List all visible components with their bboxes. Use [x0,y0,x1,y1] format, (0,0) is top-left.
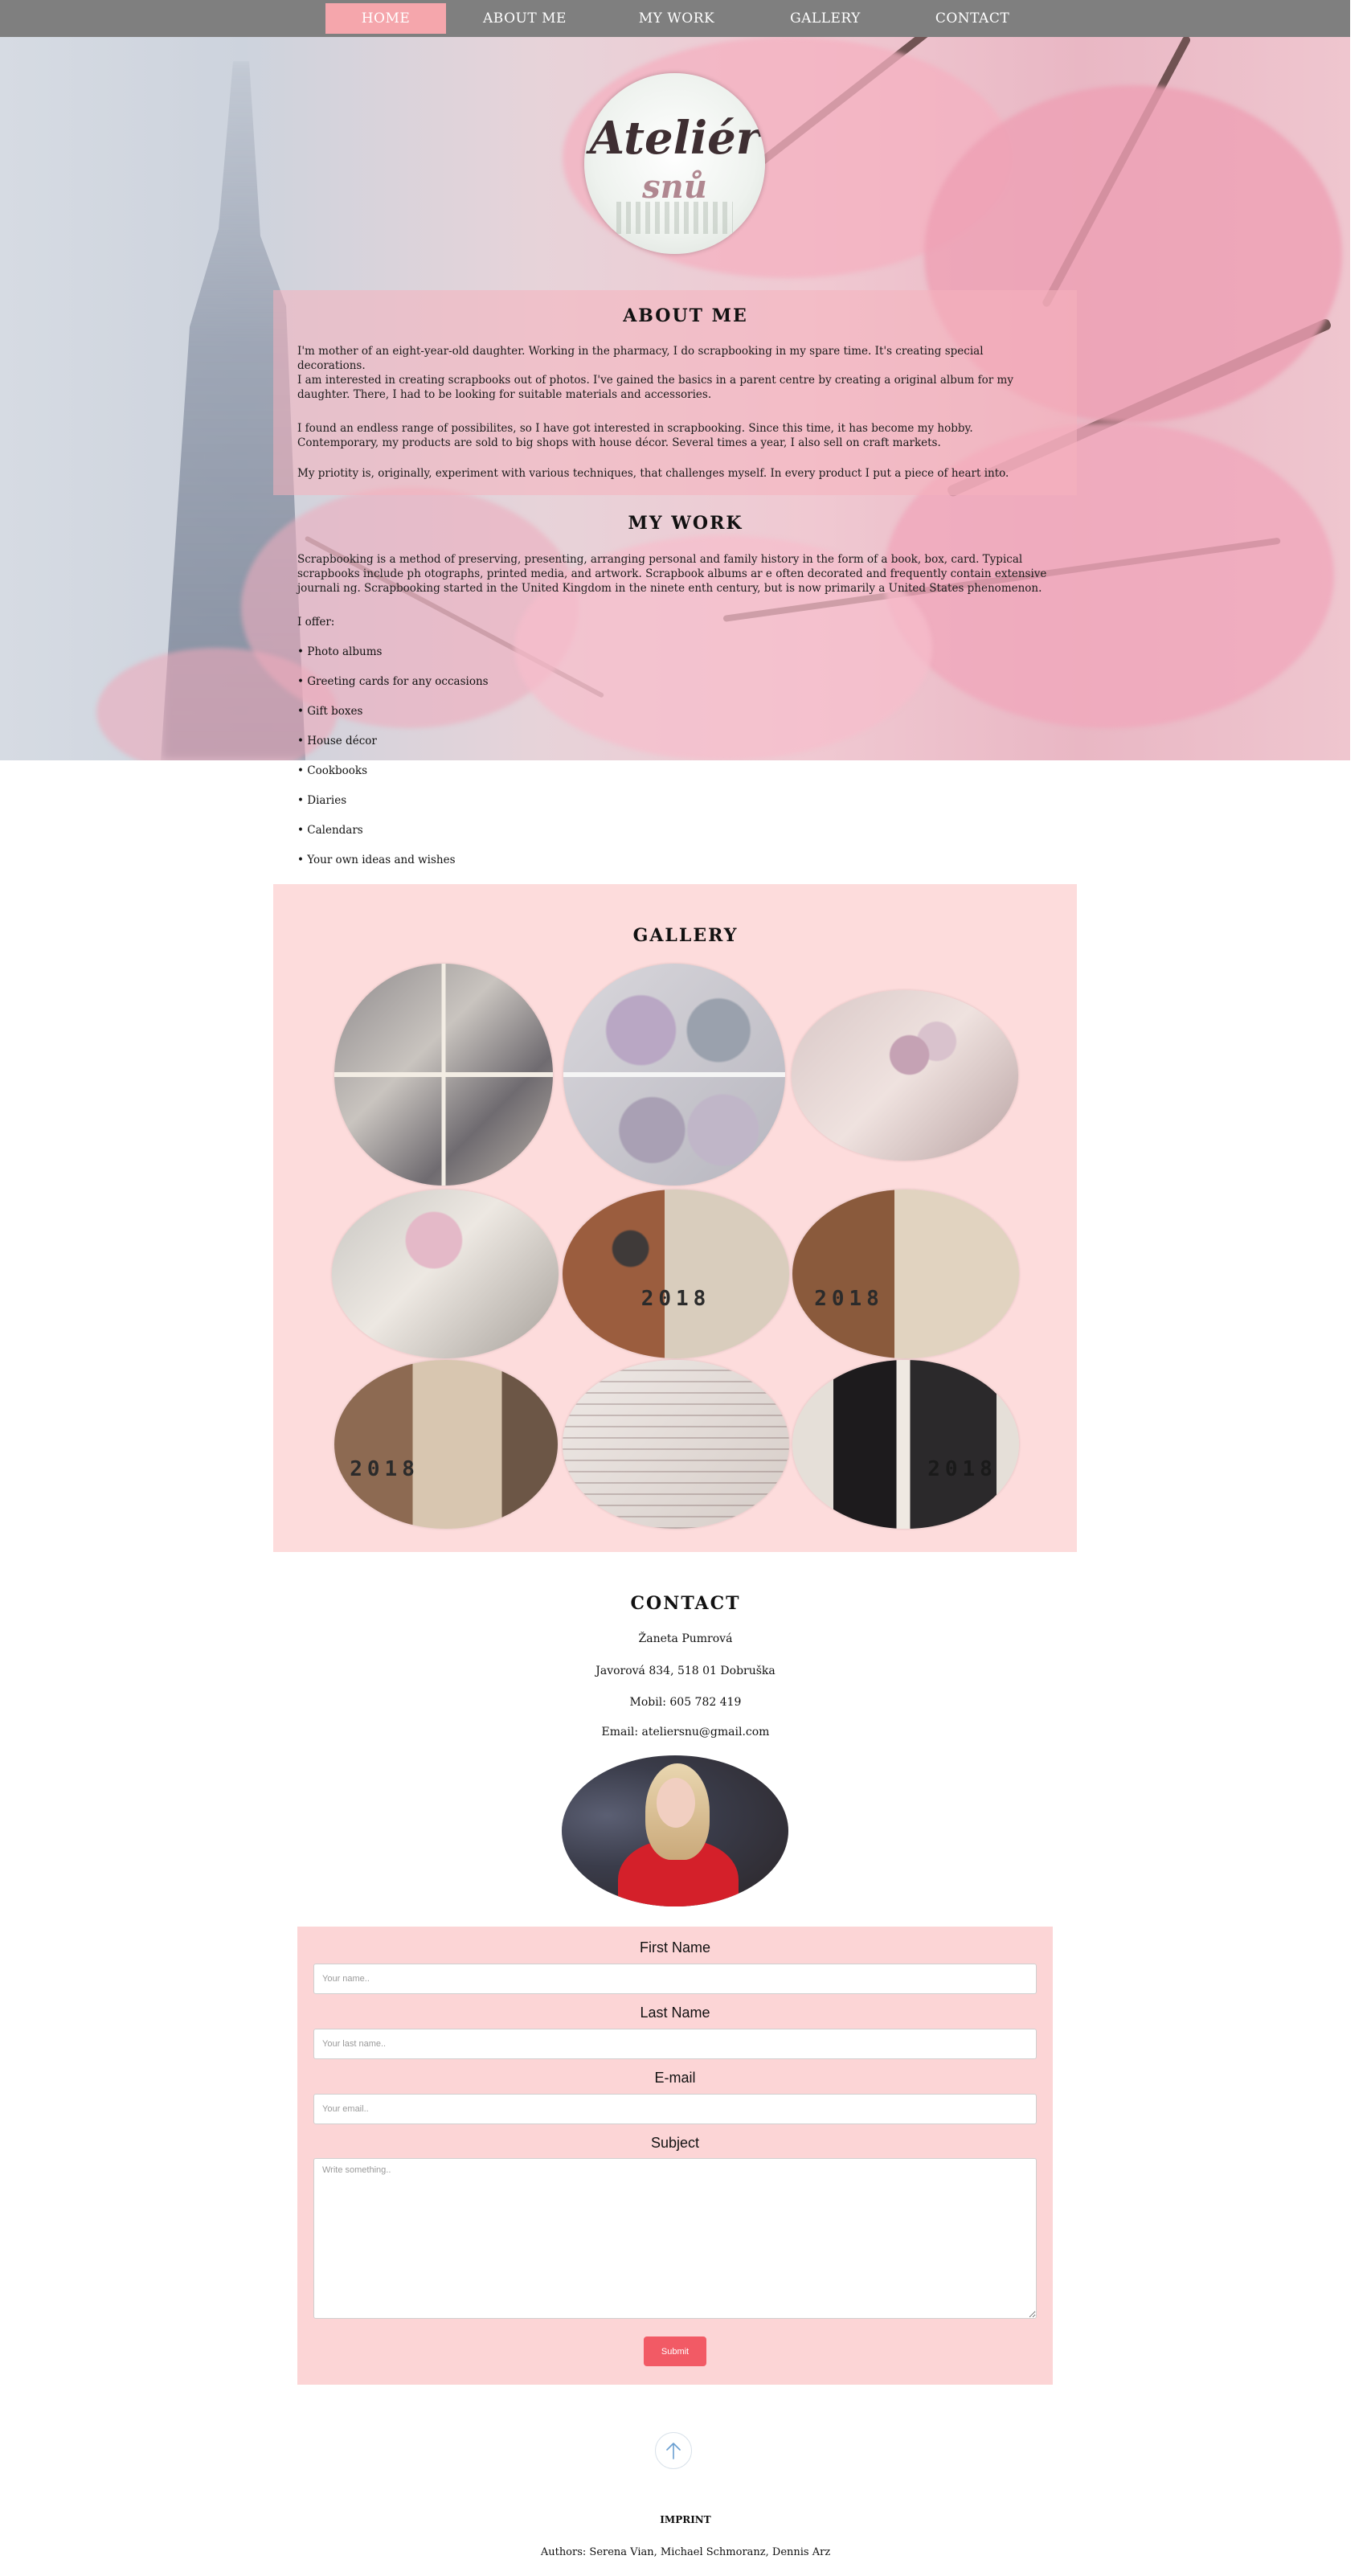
gallery-photo-album-cover[interactable] [332,1190,559,1358]
gallery-photo-floral-card[interactable] [792,990,1018,1161]
nav-gallery[interactable]: GALLERY [765,3,886,34]
top-navigation: HOME ABOUT ME MY WORK GALLERY CONTACT [0,0,1350,37]
contact-address: Javorová 834, 518 01 Dobruška [595,1665,776,1677]
offer-item: • Calendars [297,824,363,837]
offer-item: • Your own ideas and wishes [297,854,456,866]
submit-button[interactable]: Submit [644,2336,706,2366]
contact-phone: Mobil: 605 782 419 [629,1696,742,1709]
about-paragraph: I found an endless range of possibilites… [297,422,973,449]
logo-texture [616,202,733,234]
offer-item: • Gift boxes [297,705,363,718]
atelier-snu-logo: Ateliér snů [584,73,765,254]
back-to-top-button[interactable] [655,2432,692,2469]
imprint-title: IMPRINT [660,2514,711,2525]
nav-about-me[interactable]: ABOUT ME [465,3,585,34]
offer-item: • Cookbooks [297,764,368,777]
my-work-title: MY WORK [628,513,743,534]
gallery-photo-black-calendar[interactable]: 2018 [792,1360,1019,1529]
gallery-photo-jewel-boxes[interactable] [563,964,785,1186]
subject-textarea[interactable] [313,2158,1037,2319]
about-me-title: ABOUT ME [623,305,748,326]
gallery-photo-lace-calendar[interactable] [563,1360,789,1529]
gallery-photo-caption: 2018 [927,1457,997,1482]
offer-item: • Greeting cards for any occasions [297,675,489,688]
arrow-up-icon [666,2443,681,2459]
portrait-face [657,1778,695,1828]
gallery-photo-caption: 2018 [350,1457,419,1482]
last-name-input[interactable] [313,2029,1037,2059]
contact-form: First Name Last Name E-mail Subject Subm… [297,1927,1053,2385]
email-input[interactable] [313,2094,1037,2124]
subject-label: Subject [650,2135,700,2151]
nav-home[interactable]: HOME [325,3,446,34]
gallery-photo-caption: 2018 [640,1287,711,1312]
nav-my-work[interactable]: MY WORK [616,3,737,34]
first-name-input[interactable] [313,1964,1037,1994]
my-work-intro: Scrapbooking is a method of preserving, … [297,553,1047,595]
contact-name: Žaneta Pumrová [638,1632,733,1645]
owner-portrait [562,1755,788,1906]
first-name-label: First Name [639,1939,710,1956]
gallery-photo-wooden-calendar[interactable]: 2018 [792,1190,1019,1358]
gallery-title: GALLERY [632,925,739,946]
offer-item: • Diaries [297,794,347,807]
gallery-photo-steampunk-calendar[interactable]: 2018 [563,1190,789,1358]
about-paragraph: My priotity is, originally, experiment w… [297,467,1009,480]
about-paragraph: I'm mother of an eight-year-old daughter… [297,345,984,372]
offer-item: • House décor [297,735,377,747]
contact-email: Email: ateliersnu@gmail.com [601,1726,770,1738]
email-label: E-mail [654,2070,696,2086]
nav-contact[interactable]: CONTACT [912,3,1033,34]
gallery-photo-open-calendar[interactable]: 2018 [334,1360,558,1529]
logo-text-line1: Ateliér [589,112,760,165]
logo-text-line2: snů [642,168,707,206]
about-paragraph: I am interested in creating scrapbooks o… [297,374,1013,401]
gallery-photo-card-collage[interactable] [334,964,553,1186]
offer-label: I offer: [297,616,335,629]
last-name-label: Last Name [640,2005,710,2021]
footer-authors: Authors: Serena Vian, Michael Schmoranz,… [540,2546,831,2558]
gallery-photo-caption: 2018 [814,1287,884,1312]
offer-item: • Photo albums [297,645,383,658]
contact-title: CONTACT [630,1593,741,1614]
